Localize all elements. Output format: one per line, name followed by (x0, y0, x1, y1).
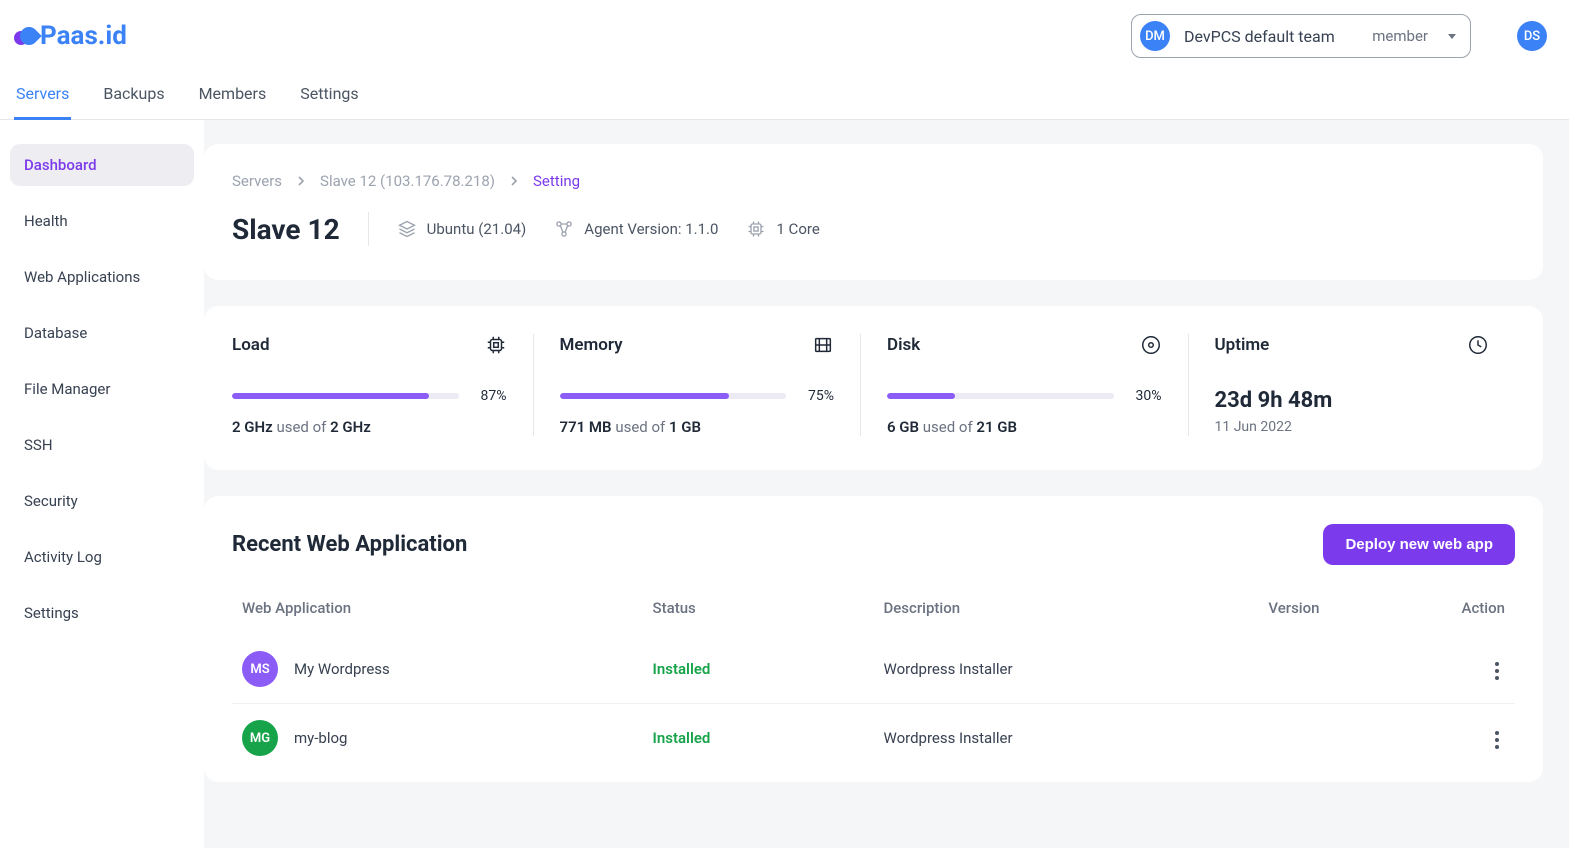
server-os: Ubuntu (21.04) (397, 219, 527, 239)
brand-icon (14, 27, 36, 45)
top-bar-right: DM DevPCS default team member DS (1131, 14, 1547, 58)
chevron-down-icon (1448, 34, 1456, 39)
stat-title: Uptime (1215, 335, 1270, 355)
stat-memory: Memory 75% 771 MB used of 1 GB (533, 334, 861, 436)
stat-usage: 6 GB used of 21 GB (887, 418, 1162, 436)
sidebar-item-database[interactable]: Database (10, 312, 194, 354)
sidebar-item-security[interactable]: Security (10, 480, 194, 522)
team-role: member (1372, 27, 1428, 45)
sidebar-item-file-manager[interactable]: File Manager (10, 368, 194, 410)
team-selector[interactable]: DM DevPCS default team member (1131, 14, 1471, 58)
col-desc: Description (873, 591, 1258, 635)
server-os-label: Ubuntu (21.04) (427, 220, 527, 238)
tab-servers[interactable]: Servers (14, 84, 71, 120)
col-version: Version (1258, 591, 1412, 635)
memory-icon (812, 334, 834, 356)
page-layout: Dashboard Health Web Applications Database F… (0, 120, 1569, 848)
layers-icon (397, 219, 417, 239)
top-bar: Paas.id DM DevPCS default team member DS (0, 0, 1569, 58)
stat-title: Disk (887, 335, 920, 355)
row-actions-menu[interactable] (1489, 656, 1505, 686)
server-agent: Agent Version: 1.1.0 (554, 219, 718, 239)
progress-percent: 30% (1126, 388, 1162, 404)
status-badge: Installed (653, 660, 711, 678)
stat-disk: Disk 30% 6 GB used of 21 GB (860, 334, 1188, 436)
sidebar-item-ssh[interactable]: SSH (10, 424, 194, 466)
cpu-icon (485, 334, 507, 356)
app-name[interactable]: my-blog (294, 729, 347, 747)
col-status: Status (643, 591, 874, 635)
recent-apps-table: Web Application Status Description Versi… (232, 591, 1515, 772)
tab-settings[interactable]: Settings (298, 84, 360, 119)
chevron-right-icon (509, 172, 519, 190)
uptime-value: 23d 9h 48m (1215, 388, 1490, 413)
tab-members[interactable]: Members (197, 84, 269, 119)
table-row: MG my-blog Installed Wordpress Installer (232, 704, 1515, 773)
app-avatar: MS (242, 651, 278, 687)
stat-title: Load (232, 335, 270, 355)
sidebar-item-health[interactable]: Health (10, 200, 194, 242)
app-desc: Wordpress Installer (873, 635, 1258, 704)
progress-percent: 87% (471, 388, 507, 404)
recent-apps-title: Recent Web Application (232, 532, 467, 557)
recent-apps-card: Recent Web Application Deploy new web ap… (204, 496, 1543, 782)
sidebar: Dashboard Health Web Applications Database F… (0, 120, 204, 848)
divider (368, 212, 369, 246)
sidebar-item-web-applications[interactable]: Web Applications (10, 256, 194, 298)
sidebar-item-settings[interactable]: Settings (10, 592, 194, 634)
tab-backups[interactable]: Backups (101, 84, 166, 119)
clock-icon (1467, 334, 1489, 356)
disk-icon (1140, 334, 1162, 356)
team-name: DevPCS default team (1184, 27, 1358, 46)
stat-usage: 771 MB used of 1 GB (560, 418, 835, 436)
progress-fill (232, 393, 429, 399)
breadcrumb: Servers Slave 12 (103.176.78.218) Settin… (232, 172, 1515, 190)
chevron-right-icon (296, 172, 306, 190)
server-header-card: Servers Slave 12 (103.176.78.218) Settin… (204, 144, 1543, 280)
progress: 87% (232, 388, 507, 404)
col-app: Web Application (232, 591, 643, 635)
stat-load: Load 87% 2 GHz used of 2 GHz (232, 334, 533, 436)
user-avatar[interactable]: DS (1517, 21, 1547, 51)
breadcrumb-item[interactable]: Servers (232, 172, 282, 190)
status-badge: Installed (653, 729, 711, 747)
progress: 75% (560, 388, 835, 404)
team-avatar: DM (1140, 21, 1170, 51)
sidebar-item-activity-log[interactable]: Activity Log (10, 536, 194, 578)
brand-logo[interactable]: Paas.id (14, 21, 127, 51)
server-cores-label: 1 Core (776, 220, 819, 238)
stat-uptime: Uptime 23d 9h 48m 11 Jun 2022 (1188, 334, 1516, 436)
progress: 30% (887, 388, 1162, 404)
progress-fill (887, 393, 955, 399)
stats-row: Load 87% 2 GHz used of 2 GHz (232, 334, 1515, 436)
app-desc: Wordpress Installer (873, 704, 1258, 773)
stat-title: Memory (560, 335, 623, 355)
stat-usage: 2 GHz used of 2 GHz (232, 418, 507, 436)
server-agent-label: Agent Version: 1.1.0 (584, 220, 718, 238)
nodes-icon (554, 219, 574, 239)
brand-text: Paas.id (40, 21, 127, 51)
deploy-button[interactable]: Deploy new web app (1323, 524, 1515, 565)
progress-fill (560, 393, 730, 399)
cpu-icon (746, 219, 766, 239)
app-name[interactable]: My Wordpress (294, 660, 390, 678)
main-tabs: Servers Backups Members Settings (0, 58, 1569, 120)
breadcrumb-item[interactable]: Slave 12 (103.176.78.218) (320, 172, 495, 190)
uptime-date: 11 Jun 2022 (1215, 419, 1490, 435)
col-action: Action (1412, 591, 1515, 635)
server-title: Slave 12 (232, 213, 340, 246)
row-actions-menu[interactable] (1489, 725, 1505, 755)
app-avatar: MG (242, 720, 278, 756)
stats-card: Load 87% 2 GHz used of 2 GHz (204, 306, 1543, 470)
app-version (1258, 635, 1412, 704)
progress-percent: 75% (798, 388, 834, 404)
content: Servers Slave 12 (103.176.78.218) Settin… (204, 120, 1569, 848)
breadcrumb-item-current: Setting (533, 172, 580, 190)
server-cores: 1 Core (746, 219, 819, 239)
table-row: MS My Wordpress Installed Wordpress Install… (232, 635, 1515, 704)
app-version (1258, 704, 1412, 773)
sidebar-item-dashboard[interactable]: Dashboard (10, 144, 194, 186)
server-title-row: Slave 12 Ubuntu (21.04) Agent Version: 1… (232, 212, 1515, 246)
